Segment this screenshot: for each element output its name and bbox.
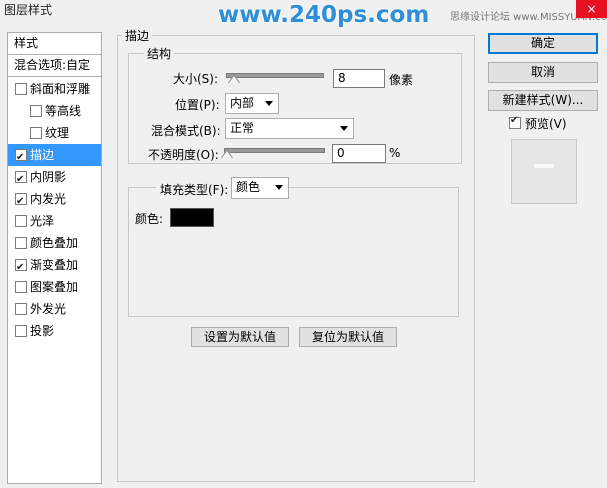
blend-mode-value: 正常 bbox=[230, 121, 255, 135]
blend-mode-label: 混合模式(B): bbox=[151, 124, 221, 138]
style-item-checkbox[interactable] bbox=[15, 257, 27, 279]
styles-header[interactable]: 样式 bbox=[8, 33, 101, 55]
style-item-label: 图案叠加 bbox=[30, 280, 79, 294]
style-item-label: 纹理 bbox=[45, 126, 70, 140]
watermark: www.240ps.com bbox=[218, 2, 430, 28]
opacity-slider[interactable] bbox=[224, 148, 325, 153]
opacity-slider-thumb[interactable] bbox=[221, 149, 233, 158]
style-item-label: 内发光 bbox=[30, 192, 67, 206]
style-item-checkbox[interactable] bbox=[15, 237, 27, 249]
styles-list: 样式 混合选项:自定 斜面和浮雕等高线纹理描边内阴影内发光光泽颜色叠加渐变叠加图… bbox=[7, 32, 102, 484]
blend-options-item[interactable]: 混合选项:自定 bbox=[8, 55, 101, 77]
style-item-checkbox[interactable] bbox=[15, 215, 27, 227]
opacity-label: 不透明度(O): bbox=[148, 148, 219, 162]
style-item[interactable]: 投影 bbox=[8, 320, 101, 342]
size-slider-thumb[interactable] bbox=[228, 74, 240, 83]
structure-title: 结构 bbox=[144, 45, 175, 62]
set-default-button[interactable]: 设置为默认值 bbox=[191, 327, 289, 347]
style-item[interactable]: 颜色叠加 bbox=[8, 232, 101, 254]
style-item[interactable]: 斜面和浮雕 bbox=[8, 78, 101, 100]
style-item[interactable]: 图案叠加 bbox=[8, 276, 101, 298]
position-label: 位置(P): bbox=[175, 98, 220, 112]
close-icon[interactable]: × bbox=[576, 0, 607, 18]
color-label: 颜色: bbox=[135, 212, 164, 226]
window-title: 图层样式 bbox=[4, 3, 53, 17]
style-item-checkbox[interactable] bbox=[15, 169, 27, 191]
style-item-label: 斜面和浮雕 bbox=[30, 82, 91, 96]
style-item-label: 颜色叠加 bbox=[30, 236, 79, 250]
color-swatch[interactable] bbox=[170, 208, 214, 227]
style-item[interactable]: 光泽 bbox=[8, 210, 101, 232]
style-item-label: 等高线 bbox=[45, 104, 82, 118]
stroke-group-title: 描边 bbox=[122, 27, 153, 44]
size-slider[interactable] bbox=[226, 73, 324, 78]
style-item-label: 投影 bbox=[30, 324, 55, 338]
style-item-checkbox[interactable] bbox=[30, 105, 42, 117]
fill-type-select[interactable]: 颜色 bbox=[231, 177, 289, 199]
opacity-unit: % bbox=[389, 146, 401, 160]
style-item[interactable]: 内阴影 bbox=[8, 166, 101, 191]
new-style-button[interactable]: 新建样式(W)... bbox=[488, 90, 598, 111]
style-item[interactable]: 等高线 bbox=[8, 100, 101, 122]
preview-swatch bbox=[534, 164, 554, 168]
style-item[interactable]: 描边 bbox=[8, 144, 101, 169]
style-item[interactable]: 纹理 bbox=[8, 122, 101, 144]
opacity-input[interactable]: 0 bbox=[332, 144, 386, 163]
style-item-checkbox[interactable] bbox=[30, 127, 42, 139]
position-value: 内部 bbox=[230, 96, 255, 110]
style-item-checkbox[interactable] bbox=[15, 191, 27, 213]
chevron-down-icon bbox=[265, 101, 273, 106]
reset-default-button[interactable]: 复位为默认值 bbox=[299, 327, 397, 347]
position-select[interactable]: 内部 bbox=[225, 93, 279, 114]
chevron-down-icon bbox=[340, 126, 348, 131]
style-item-checkbox[interactable] bbox=[15, 281, 27, 293]
size-unit: 像素 bbox=[389, 73, 414, 87]
style-item-label: 光泽 bbox=[30, 214, 55, 228]
fill-type-value: 颜色 bbox=[236, 180, 261, 194]
chevron-down-icon bbox=[275, 185, 283, 190]
style-item[interactable]: 外发光 bbox=[8, 298, 101, 320]
fill-type-label: 填充类型(F): bbox=[156, 181, 233, 198]
preview-checkbox[interactable]: ✔ bbox=[509, 115, 521, 129]
ok-button[interactable]: 确定 bbox=[488, 33, 598, 54]
style-item-checkbox[interactable] bbox=[15, 303, 27, 315]
cancel-button[interactable]: 取消 bbox=[488, 62, 598, 83]
blend-mode-select[interactable]: 正常 bbox=[225, 118, 354, 139]
style-item[interactable]: 渐变叠加 bbox=[8, 254, 101, 279]
style-item-label: 渐变叠加 bbox=[30, 258, 79, 272]
fill-group bbox=[128, 187, 459, 317]
style-item-label: 内阴影 bbox=[30, 170, 67, 184]
preview-label: 预览(V) bbox=[525, 117, 567, 131]
size-input[interactable]: 8 bbox=[333, 69, 385, 88]
style-item-checkbox[interactable] bbox=[15, 147, 27, 169]
check-icon: ✔ bbox=[510, 115, 519, 126]
style-item-label: 外发光 bbox=[30, 302, 67, 316]
style-item-checkbox[interactable] bbox=[15, 83, 27, 95]
preview-thumbnail bbox=[511, 139, 577, 204]
styles-header-label: 样式 bbox=[14, 36, 39, 50]
blend-options-label: 混合选项:自定 bbox=[14, 58, 91, 72]
style-item[interactable]: 内发光 bbox=[8, 188, 101, 213]
style-item-checkbox[interactable] bbox=[15, 325, 27, 337]
size-label: 大小(S): bbox=[173, 72, 219, 86]
style-item-label: 描边 bbox=[30, 148, 55, 162]
